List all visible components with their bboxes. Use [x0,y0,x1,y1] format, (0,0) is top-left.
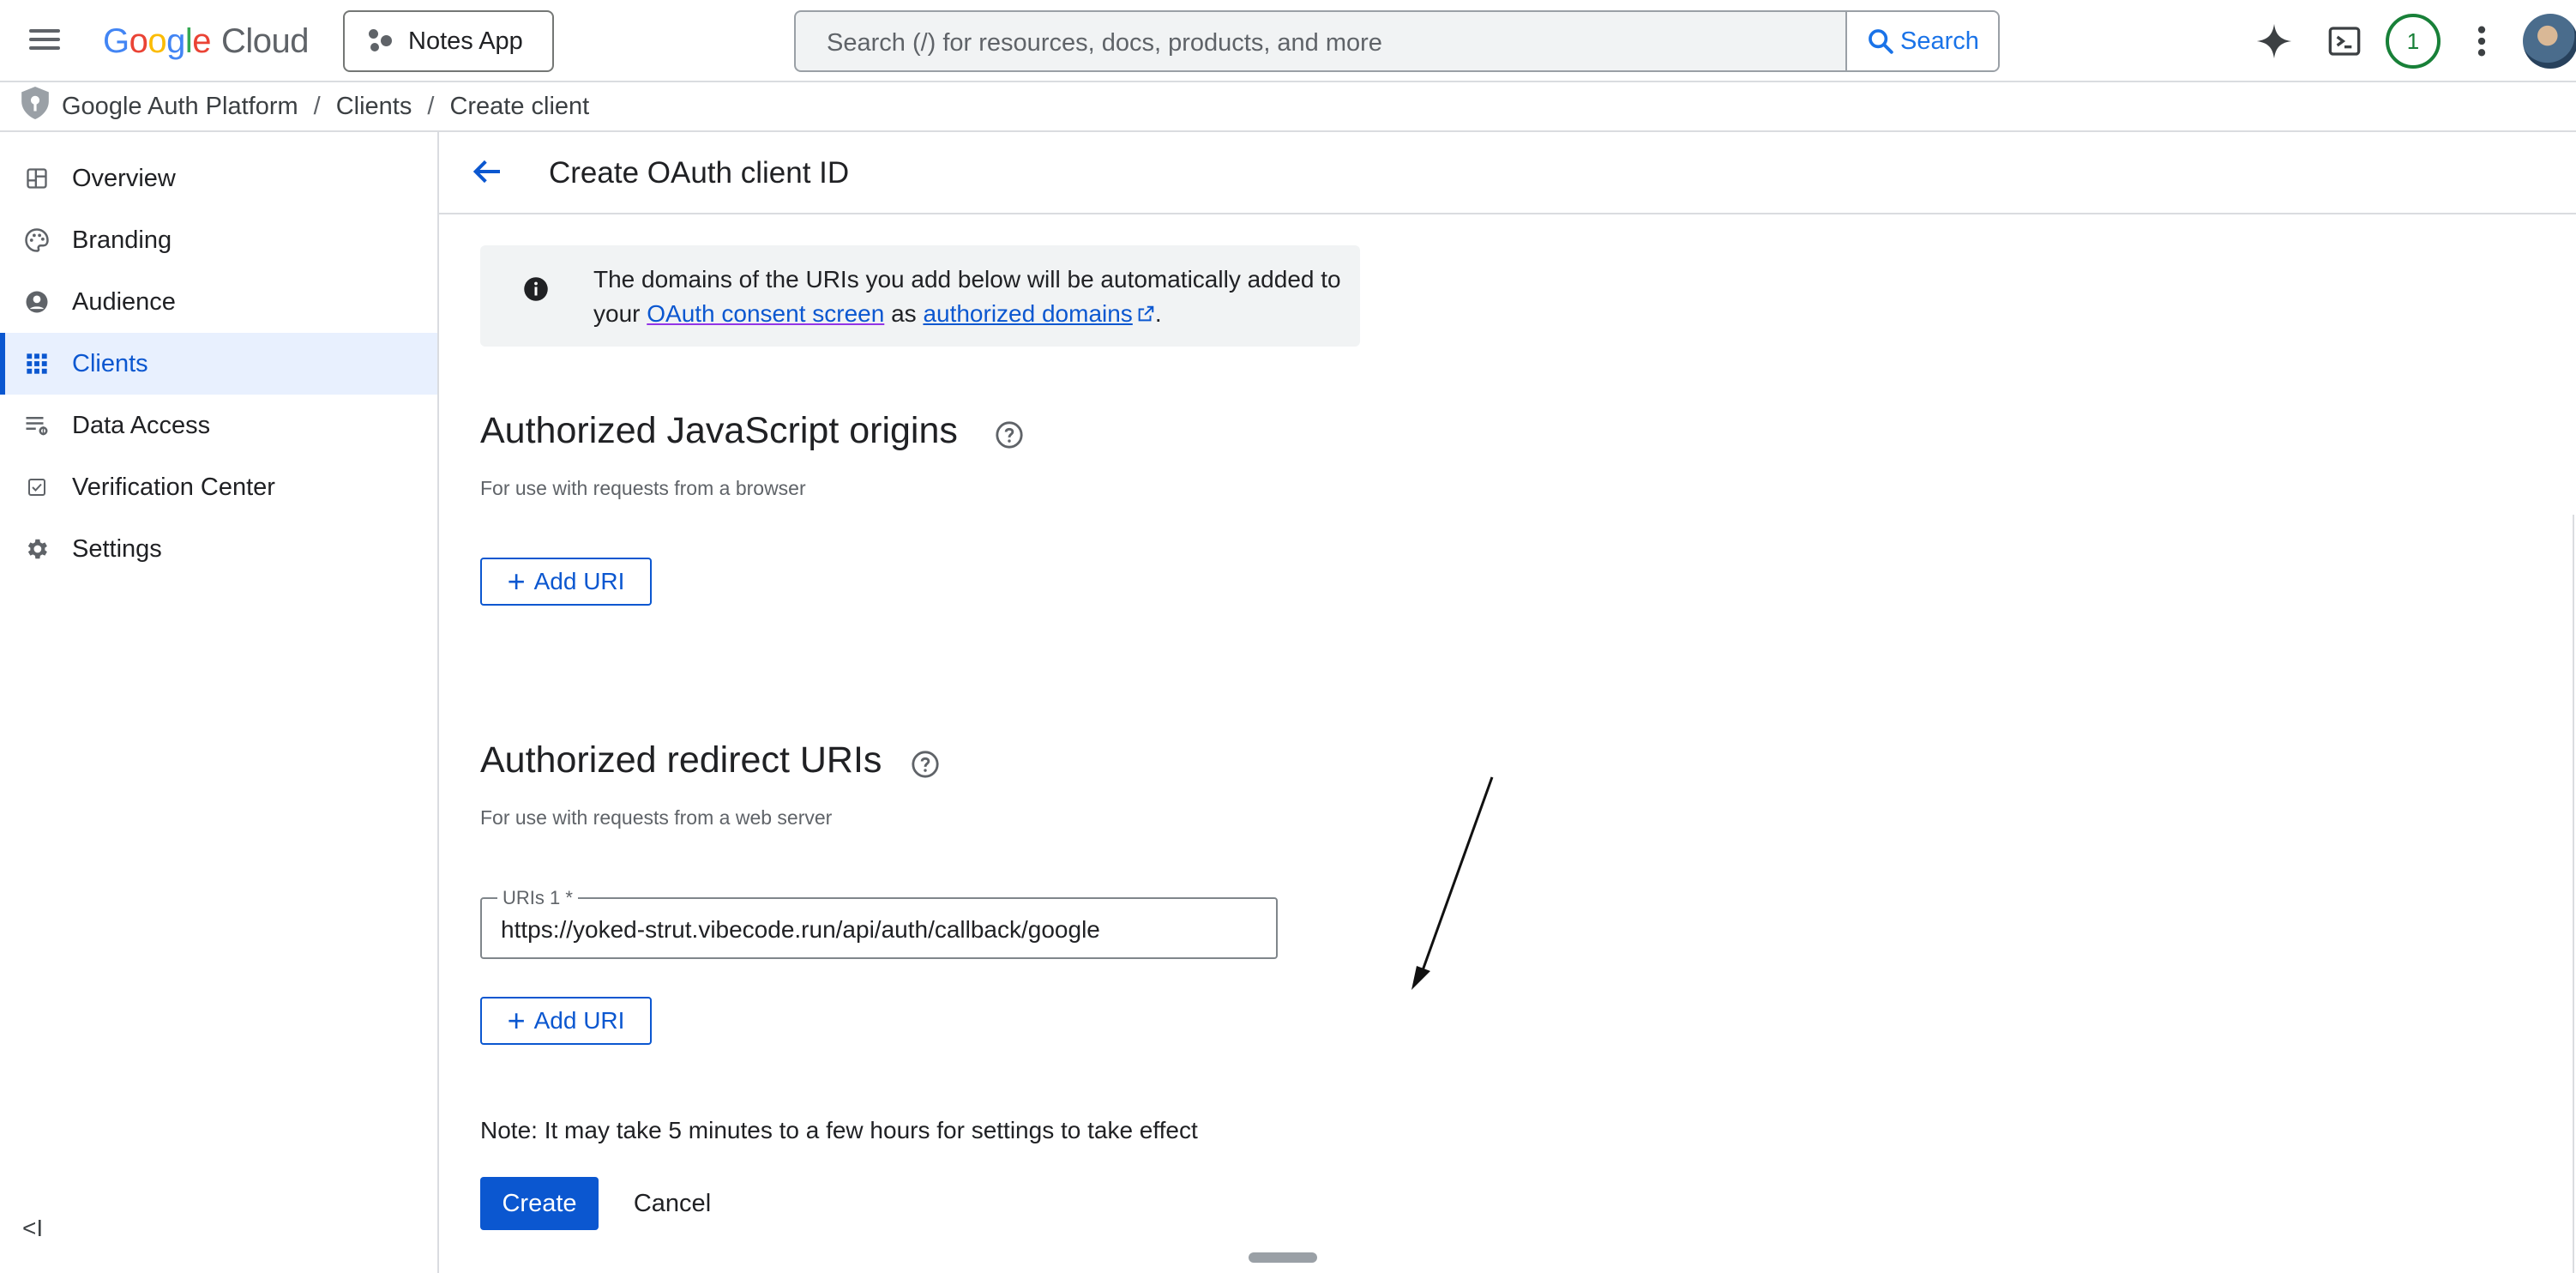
logo-letter: G [103,21,129,60]
add-js-origin-uri-button[interactable]: + Add URI [480,558,652,606]
breadcrumb-google-auth-platform[interactable]: Google Auth Platform [62,93,298,121]
breadcrumb-create-client: Create client [449,92,590,120]
sidebar-item-verification-center[interactable]: Verification Center [0,456,437,518]
project-name: Notes App [408,27,523,55]
sidebar-item-audience[interactable]: Audience [0,271,437,333]
add-uri-label: Add URI [533,568,625,594]
authorized-domains-link[interactable]: authorized domains [923,300,1132,327]
external-link-icon [1136,299,1155,333]
info-icon [523,276,549,306]
logo-product: Cloud [221,21,310,60]
info-text-part: as [884,300,924,327]
logo-letter: g [166,21,185,60]
resize-handle[interactable] [1249,1252,1317,1263]
gear-icon [24,536,50,562]
search-button[interactable]: Search [1845,12,1998,70]
redirect-uri-field-label: URIs 1 * [497,887,578,909]
logo-letter: l [184,21,193,60]
sidebar-item-settings[interactable]: Settings [0,518,437,580]
gemini-sparkle-icon[interactable] [2254,21,2295,62]
search-icon [1869,29,1893,54]
main-menu-icon[interactable] [29,24,63,58]
sidebar-item-branding[interactable]: Branding [0,209,437,271]
redirect-uri-input[interactable]: https://yoked-strut.vibecode.run/api/aut… [501,916,1100,944]
project-icon [369,29,393,53]
sidebar-item-label: Settings [72,534,162,563]
plus-icon: + [507,564,526,599]
search-bar[interactable]: Search (/) for resources, docs, products… [794,10,2000,72]
annotation-arrow [1411,776,1494,990]
sidebar-item-label: Audience [72,287,176,316]
create-button[interactable]: Create [480,1177,599,1230]
redirect-uri-field[interactable]: URIs 1 * https://yoked-strut.vibecode.ru… [480,887,1278,959]
data-access-icon [24,413,50,438]
avatar[interactable] [2523,14,2576,69]
info-text: The domains of the URIs you add below wi… [593,262,1348,333]
palette-icon [24,227,50,253]
sidebar-item-data-access[interactable]: Data Access [0,395,437,456]
google-cloud-logo[interactable]: Google Cloud [103,17,310,65]
js-origins-title: Authorized JavaScript origins [480,410,958,451]
sidebar-item-label: Verification Center [72,473,275,501]
oauth-consent-screen-link[interactable]: OAuth consent screen [647,300,884,327]
project-picker-button[interactable]: Notes App [343,10,554,72]
scrollbar-track[interactable] [2573,515,2574,1273]
sidebar-item-label: Branding [72,226,172,254]
back-arrow-icon[interactable] [470,154,504,193]
grid-icon [24,351,50,377]
collapse-sidebar-button[interactable]: <I [22,1215,43,1242]
breadcrumb: Google Auth Platform / Clients / Create … [0,82,2576,132]
cancel-button[interactable]: Cancel [629,1177,715,1230]
sidebar: Overview Branding Audience Clients Data … [0,132,439,1273]
logo-letter: e [192,21,212,60]
checkbox-icon [24,474,50,500]
more-vert-icon[interactable] [2461,21,2502,62]
top-bar: Google Cloud Notes App Search (/) for re… [0,0,2576,82]
logo-letter: o [129,21,148,60]
help-icon[interactable] [995,420,1024,454]
cloud-shell-icon[interactable] [2324,21,2365,62]
breadcrumb-separator: / [427,92,435,120]
search-input[interactable]: Search (/) for resources, docs, products… [827,29,1382,57]
notifications-badge[interactable]: 1 [2386,14,2441,69]
redirect-uris-subtitle: For use with requests from a web server [480,806,833,829]
main-content: Create OAuth client ID The domains of th… [439,132,2576,1273]
breadcrumb-separator: / [313,92,321,120]
add-uri-label: Add URI [533,1007,625,1034]
info-text-part: . [1154,300,1162,327]
add-redirect-uri-button[interactable]: + Add URI [480,997,652,1045]
sidebar-item-clients[interactable]: Clients [0,333,437,395]
breadcrumb-clients[interactable]: Clients [336,93,412,121]
info-banner: The domains of the URIs you add below wi… [480,245,1360,347]
page-header: Create OAuth client ID [439,132,2576,214]
account-circle-icon [24,289,50,315]
js-origins-subtitle: For use with requests from a browser [480,477,806,499]
sidebar-item-overview[interactable]: Overview [0,148,437,209]
sidebar-item-label: Clients [72,349,148,377]
logo-letter: o [147,21,167,60]
settings-delay-note: Note: It may take 5 minutes to a few hou… [480,1117,1198,1143]
help-icon[interactable] [911,750,940,783]
shield-icon [19,85,51,128]
sidebar-item-label: Data Access [72,411,211,439]
sidebar-item-label: Overview [72,164,176,192]
plus-icon: + [507,1003,526,1038]
search-button-label: Search [1900,27,1979,55]
redirect-uris-title: Authorized redirect URIs [480,739,882,781]
dashboard-icon [24,166,50,191]
page-title: Create OAuth client ID [549,156,850,190]
